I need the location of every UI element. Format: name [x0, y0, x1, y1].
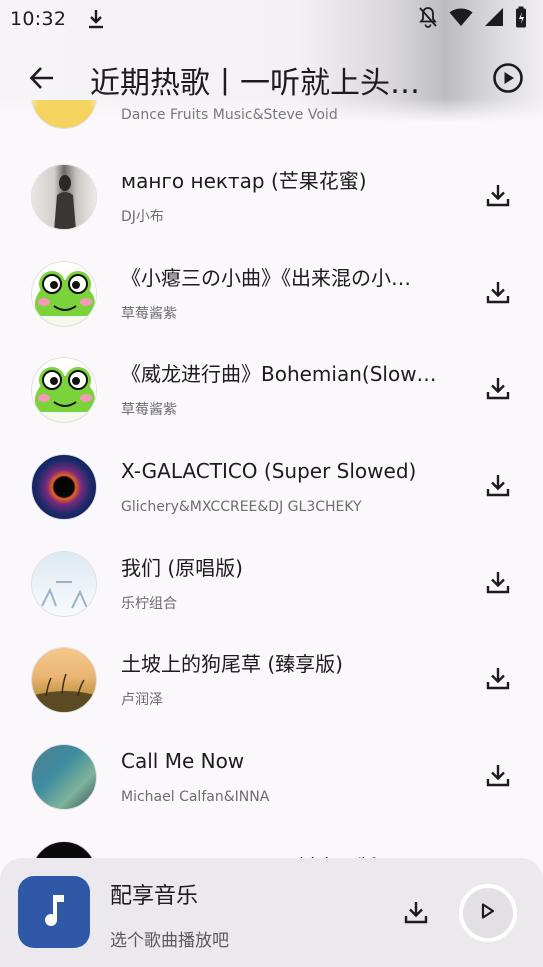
download-icon — [485, 375, 511, 405]
player-app-name: 配享音乐 — [110, 884, 199, 909]
play-circle-icon — [492, 62, 524, 98]
status-bar: 10:32 — [0, 0, 543, 38]
song-cover — [31, 454, 97, 520]
music-note-icon — [39, 892, 69, 932]
top-app-bar: 近期热歌丨一听就上头… — [0, 48, 543, 112]
song-artist: DJ小布 — [121, 209, 164, 225]
download-icon — [403, 899, 429, 929]
song-title: манго нектар (芒果花蜜) — [121, 169, 367, 193]
song-cover — [31, 647, 97, 713]
song-artist: 草莓酱紫 — [121, 402, 177, 418]
list-item[interactable]: X-GALACTICO (Super Slowed) Glichery&MXCC… — [0, 439, 543, 535]
list-item[interactable]: 《威龙进行曲》Bohemian(Slow… 草莓酱紫 — [0, 342, 543, 438]
page-title: 近期热歌丨一听就上头… — [90, 66, 420, 101]
mini-player[interactable]: 配享音乐 选个歌曲播放吧 — [0, 858, 543, 967]
song-title: X-GALACTICO (Super Slowed) — [121, 459, 417, 483]
download-button[interactable] — [482, 374, 514, 406]
song-artist: 乐柠组合 — [121, 596, 177, 612]
player-download-button[interactable] — [400, 898, 432, 930]
list-item[interactable]: Call Me Now Michael Calfan&INNA — [0, 729, 543, 825]
song-cover — [31, 261, 97, 327]
download-button[interactable] — [482, 181, 514, 213]
download-icon — [485, 569, 511, 599]
signal-icon — [484, 7, 504, 31]
download-icon — [485, 279, 511, 309]
player-play-button[interactable] — [459, 884, 517, 942]
download-button[interactable] — [482, 664, 514, 696]
download-button[interactable] — [482, 568, 514, 600]
song-artist: 卢润泽 — [121, 692, 163, 708]
song-title: Call Me Now — [121, 749, 245, 773]
back-button[interactable] — [12, 50, 72, 110]
song-list[interactable]: Dance Fruits Music&Steve Void манго нект… — [0, 100, 543, 865]
download-icon — [485, 762, 511, 792]
download-button[interactable] — [482, 278, 514, 310]
song-title: 《威龙进行曲》Bohemian(Slow… — [121, 362, 437, 386]
battery-charging-icon — [515, 6, 527, 32]
download-button[interactable] — [482, 761, 514, 793]
list-item[interactable]: 我们 (原唱版) 乐柠组合 — [0, 536, 543, 632]
song-artist: Michael Calfan&INNA — [121, 789, 270, 805]
download-icon — [485, 182, 511, 212]
song-artist: Glichery&MXCCREE&DJ GL3CHEKY — [121, 499, 362, 515]
download-icon — [88, 9, 104, 29]
status-time: 10:32 — [10, 8, 67, 30]
arrow-back-icon — [29, 65, 55, 95]
song-title: 我们 (原唱版) — [121, 556, 243, 580]
song-cover — [31, 357, 97, 423]
download-icon — [485, 665, 511, 695]
play-all-button[interactable] — [491, 63, 525, 97]
list-item[interactable]: 土坡上的狗尾草 (臻享版) 卢润泽 — [0, 632, 543, 728]
player-artwork — [18, 876, 90, 948]
song-title: 土坡上的狗尾草 (臻享版) — [121, 652, 343, 676]
wifi-icon — [449, 7, 473, 31]
list-item[interactable]: 《小瘪三の小曲》《出来混の小… 草莓酱紫 — [0, 246, 543, 342]
player-hint: 选个歌曲播放吧 — [110, 931, 229, 951]
play-icon — [478, 901, 498, 925]
song-artist: 草莓酱紫 — [121, 306, 177, 322]
song-title: 《小瘪三の小曲》《出来混の小… — [121, 266, 411, 290]
song-cover — [31, 551, 97, 617]
list-item[interactable]: манго нектар (芒果花蜜) DJ小布 — [0, 149, 543, 245]
download-button[interactable] — [482, 471, 514, 503]
notifications-off-icon — [418, 6, 438, 32]
song-cover — [31, 164, 97, 230]
song-cover — [31, 744, 97, 810]
download-icon — [485, 472, 511, 502]
